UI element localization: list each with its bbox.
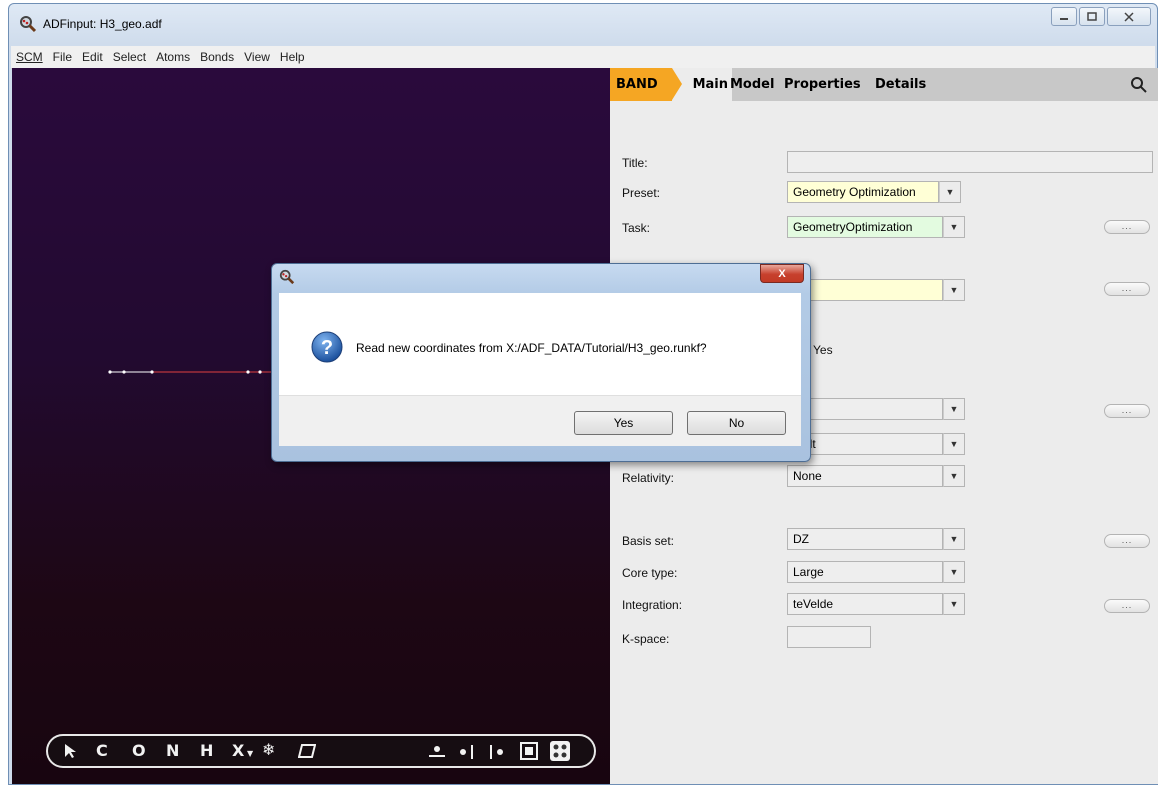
menu-select[interactable]: Select xyxy=(108,50,151,64)
dialog-body: ? Read new coordinates from X:/ADF_DATA/… xyxy=(279,293,801,395)
task-dropdown-icon[interactable]: ▼ xyxy=(943,216,965,238)
integration-details-button[interactable]: ... xyxy=(1104,599,1150,613)
atom-h[interactable] xyxy=(122,370,126,374)
tab-bar: Main BAND Model Properties Details xyxy=(610,68,1158,101)
menu-atoms[interactable]: Atoms xyxy=(151,50,195,64)
menu-bar: SCM File Edit Select Atoms Bonds View He… xyxy=(11,46,1155,69)
align-left-icon[interactable] xyxy=(488,744,506,760)
preset-select[interactable]: Geometry Optimization xyxy=(787,181,939,203)
core-type-select[interactable]: Large xyxy=(787,561,943,583)
atom-h[interactable] xyxy=(150,370,154,374)
menu-scm[interactable]: SCM xyxy=(11,50,48,64)
app-magnifier-icon xyxy=(279,269,295,285)
integration-dropdown-icon[interactable]: ▼ xyxy=(943,593,965,615)
details-button[interactable]: ... xyxy=(1104,404,1150,418)
dropdown-icon[interactable]: ▼ xyxy=(943,433,965,455)
search-icon[interactable] xyxy=(1130,76,1148,94)
title-bar[interactable]: ADFinput: H3_geo.adf xyxy=(9,4,1157,44)
atom-h[interactable] xyxy=(246,370,250,374)
snowflake-icon[interactable]: ❄ xyxy=(262,740,275,759)
atom-h[interactable] xyxy=(258,370,262,374)
basis-select[interactable]: DZ xyxy=(787,528,943,550)
band-arrow xyxy=(672,68,682,100)
question-icon: ? xyxy=(311,331,343,363)
dialog-footer: Yes No xyxy=(279,395,801,446)
dot-bar-icon xyxy=(429,746,445,757)
tool-nitrogen[interactable]: N xyxy=(166,741,179,760)
box-icon xyxy=(520,742,538,760)
details-button[interactable]: ... xyxy=(1104,282,1150,296)
basis-label: Basis set: xyxy=(622,534,675,548)
task-label: Task: xyxy=(622,221,651,235)
dot-line-icon xyxy=(460,745,473,759)
minimize-icon xyxy=(1060,17,1068,20)
menu-help[interactable]: Help xyxy=(275,50,310,64)
preset-label: Preset: xyxy=(622,186,661,200)
tab-details[interactable]: Details xyxy=(875,68,926,101)
parallelogram-icon xyxy=(298,744,316,758)
plane-icon[interactable] xyxy=(298,744,316,758)
tool-other-element[interactable]: X xyxy=(232,741,244,760)
confirm-dialog: X ? Read new coordinates from X:/ADF_DAT… xyxy=(271,263,811,462)
window-title: ADFinput: H3_geo.adf xyxy=(43,17,162,31)
align-right-icon[interactable] xyxy=(458,744,476,760)
dropdown-icon[interactable]: ▼ xyxy=(943,279,965,301)
dropdown-icon[interactable]: ▼ xyxy=(943,398,965,420)
yes-button[interactable]: Yes xyxy=(574,411,673,435)
task-details-button[interactable]: ... xyxy=(1104,220,1150,234)
atom-h[interactable] xyxy=(108,370,112,374)
four-dots-icon xyxy=(550,741,570,761)
pointer-icon xyxy=(65,744,76,758)
title-field[interactable] xyxy=(787,151,1153,173)
atom-add-icon[interactable] xyxy=(428,744,446,758)
kspace-label: K-space: xyxy=(622,632,670,646)
dialog-close-button[interactable]: X xyxy=(760,264,804,283)
dialog-message: Read new coordinates from X:/ADF_DATA/Tu… xyxy=(356,341,707,355)
minimize-button[interactable] xyxy=(1051,7,1077,26)
tab-model[interactable]: Model xyxy=(730,68,774,101)
relativity-label: Relativity: xyxy=(622,471,675,485)
close-window-button[interactable] xyxy=(1107,7,1151,26)
pointer-tool[interactable] xyxy=(64,743,76,759)
tool-hydrogen[interactable]: H xyxy=(200,741,213,760)
core-type-dropdown-icon[interactable]: ▼ xyxy=(943,561,965,583)
relativity-select[interactable]: None xyxy=(787,465,943,487)
line-dot-icon xyxy=(490,745,503,759)
tool-carbon[interactable]: C xyxy=(96,741,108,760)
tab-properties[interactable]: Properties xyxy=(784,68,861,101)
tool-oxygen[interactable]: O xyxy=(132,741,146,760)
basis-dropdown-icon[interactable]: ▼ xyxy=(943,528,965,550)
svg-text:?: ? xyxy=(321,337,333,359)
dots-grid-icon[interactable] xyxy=(550,741,570,761)
kspace-field[interactable] xyxy=(787,626,871,648)
menu-file[interactable]: File xyxy=(48,50,77,64)
title-label: Title: xyxy=(622,156,648,170)
integration-select[interactable]: teVelde xyxy=(787,593,943,615)
atom-toolbar: C O N H X ▼ ❄ xyxy=(46,734,596,768)
frame-icon[interactable] xyxy=(520,742,538,760)
menu-scm-label: SCM xyxy=(16,50,43,64)
preset-dropdown-icon[interactable]: ▼ xyxy=(939,181,961,203)
menu-view[interactable]: View xyxy=(239,50,275,64)
app-magnifier-icon xyxy=(20,16,37,33)
maximize-icon xyxy=(1087,12,1097,21)
relativity-dropdown-icon[interactable]: ▼ xyxy=(943,465,965,487)
core-type-label: Core type: xyxy=(622,566,678,580)
no-button[interactable]: No xyxy=(687,411,786,435)
partial-checkbox-label: Yes xyxy=(813,343,833,357)
integration-label: Integration: xyxy=(622,598,683,612)
chevron-down-icon: ▼ xyxy=(247,749,254,758)
tab-band[interactable]: BAND xyxy=(610,68,672,101)
menu-bonds[interactable]: Bonds xyxy=(195,50,239,64)
menu-edit[interactable]: Edit xyxy=(77,50,108,64)
close-icon xyxy=(1124,11,1134,22)
basis-details-button[interactable]: ... xyxy=(1104,534,1150,548)
maximize-button[interactable] xyxy=(1079,7,1105,26)
task-select[interactable]: GeometryOptimization xyxy=(787,216,943,238)
